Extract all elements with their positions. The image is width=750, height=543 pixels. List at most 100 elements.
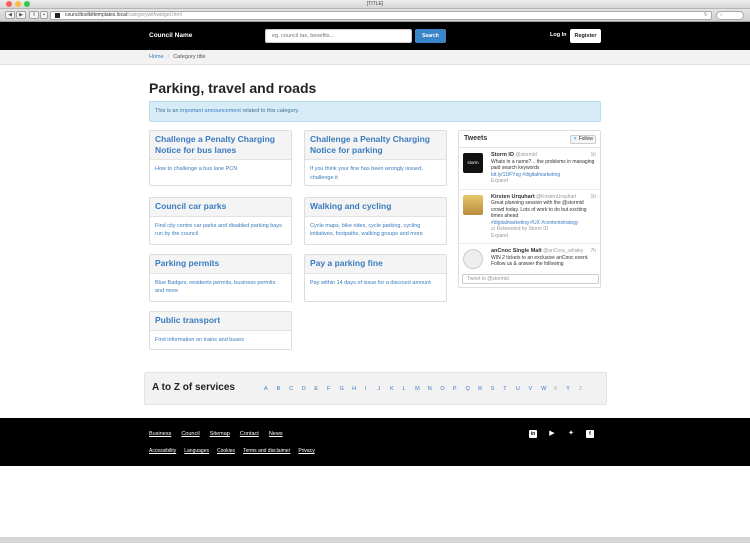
a-to-z-letter[interactable]: T: [503, 386, 516, 392]
url-path: /categorywithwidget.html: [126, 12, 182, 18]
footer-secondary-link[interactable]: Cookies: [217, 448, 235, 454]
footer-link[interactable]: Sitemap: [210, 431, 230, 437]
a-to-z-letter[interactable]: P: [453, 386, 466, 392]
a-to-z-letter[interactable]: R: [478, 386, 491, 392]
avatar[interactable]: [463, 249, 483, 269]
service-card: Challenge a Penalty Charging Notice for …: [304, 130, 447, 186]
tweet-expand[interactable]: Expand: [491, 178, 595, 185]
a-to-z-letter[interactable]: J: [377, 386, 390, 392]
page-title: Parking, travel and roads: [149, 80, 317, 96]
a-to-z-letter[interactable]: U: [516, 386, 529, 392]
service-card-description[interactable]: Cycle maps, bike rides, cycle parking, c…: [305, 217, 446, 245]
service-card-description[interactable]: Blue Badges, residents permits, business…: [150, 274, 291, 302]
a-to-z-letter[interactable]: W: [541, 386, 554, 392]
a-to-z-letter[interactable]: A: [264, 386, 277, 392]
a-to-z-letter[interactable]: Q: [466, 386, 479, 392]
footer-link[interactable]: Contact: [240, 431, 259, 437]
footer-secondary-link[interactable]: Accessibility: [149, 448, 176, 454]
tweet-author[interactable]: Storm ID: [491, 152, 514, 158]
service-card-title[interactable]: Challenge a Penalty Charging Notice for …: [310, 134, 441, 155]
service-card-description[interactable]: If you think your fine has been wrongly …: [305, 160, 446, 188]
footer-primary-links: Business Council Sitemap Contact News: [149, 431, 283, 437]
service-card-title[interactable]: Council car parks: [155, 201, 286, 212]
tweet-author[interactable]: Kirsten Urquhart: [491, 194, 535, 200]
announcement-text-after: related to this category.: [240, 108, 300, 114]
a-to-z-letter[interactable]: Y: [566, 386, 579, 392]
tweet-time[interactable]: 7h: [590, 248, 596, 255]
register-button[interactable]: Register: [570, 29, 601, 43]
service-card-title[interactable]: Walking and cycling: [310, 201, 441, 212]
footer-secondary-link[interactable]: Languages: [184, 448, 209, 454]
twitter-widget: Tweets ✦ Follow storm Storm ID @stormid …: [458, 130, 601, 288]
footer-secondary-link[interactable]: Privacy: [298, 448, 314, 454]
a-to-z-letter[interactable]: L: [403, 386, 416, 392]
service-card-title[interactable]: Public transport: [155, 315, 286, 326]
a-to-z-letter[interactable]: F: [327, 386, 340, 392]
tweet-item: storm Storm ID @stormid 1h Whats in a na…: [459, 148, 600, 190]
a-to-z-letter[interactable]: X: [554, 386, 567, 392]
footer-link[interactable]: Council: [181, 431, 199, 437]
back-button[interactable]: ◀: [5, 11, 15, 19]
avatar[interactable]: [463, 194, 483, 215]
breadcrumb-separator: /: [167, 54, 170, 60]
forward-button[interactable]: ▶: [16, 11, 26, 19]
tweet-handle[interactable]: @anCnoc_whisky: [543, 248, 583, 254]
address-bar[interactable]: counciltoolkittemplates.local/categorywi…: [50, 11, 712, 20]
service-card-description[interactable]: Find information on trains and buses: [150, 331, 291, 351]
tweet-author[interactable]: anCnoc Single Malt: [491, 248, 542, 254]
service-card-title[interactable]: Pay a parking fine: [310, 258, 441, 269]
footer-link[interactable]: News: [269, 431, 283, 437]
a-to-z-letter[interactable]: E: [314, 386, 327, 392]
tweet-compose-input[interactable]: Tweet to @stormid: [462, 274, 599, 284]
a-to-z-letter[interactable]: O: [440, 386, 453, 392]
facebook-icon[interactable]: f: [586, 430, 594, 438]
login-link[interactable]: Log In: [550, 32, 567, 38]
announcement-banner: This is an important announcement relate…: [149, 101, 601, 122]
tweet-handle[interactable]: @stormid: [515, 152, 536, 158]
service-card-title[interactable]: Parking permits: [155, 258, 286, 269]
footer-secondary-link[interactable]: Terms and disclaimer: [243, 448, 290, 454]
a-to-z-letter[interactable]: H: [352, 386, 365, 392]
service-card-description[interactable]: Pay within 14 days of issue for a discou…: [305, 274, 446, 294]
youtube-icon[interactable]: ▶: [548, 430, 556, 438]
a-to-z-letter[interactable]: D: [302, 386, 315, 392]
search-button[interactable]: Search: [415, 29, 446, 43]
breadcrumb-home[interactable]: Home: [149, 54, 164, 60]
tweet-handle[interactable]: @KirstenUrquhart: [536, 194, 576, 200]
linkedin-icon[interactable]: in: [529, 430, 537, 438]
site-search-input[interactable]: [265, 29, 412, 43]
a-to-z-letter[interactable]: N: [428, 386, 441, 392]
avatar[interactable]: storm: [463, 153, 483, 173]
share-button[interactable]: ⇪: [29, 11, 39, 19]
a-to-z-letter[interactable]: K: [390, 386, 403, 392]
announcement-link[interactable]: important announcement: [180, 108, 241, 114]
breadcrumb-bar: Home / Category title: [0, 50, 750, 65]
footer-link[interactable]: Business: [149, 431, 171, 437]
browser-status-bar: [0, 537, 750, 543]
a-to-z-letter[interactable]: V: [528, 386, 541, 392]
a-to-z-letter[interactable]: M: [415, 386, 428, 392]
reload-icon[interactable]: ↻: [704, 12, 708, 19]
a-to-z-letter[interactable]: G: [340, 386, 353, 392]
tweet-time[interactable]: 1h: [590, 194, 596, 201]
tweet-expand[interactable]: Expand: [491, 233, 595, 240]
a-to-z-letter[interactable]: Z: [579, 386, 592, 392]
a-to-z-letter[interactable]: I: [365, 386, 378, 392]
a-to-z-letter[interactable]: C: [289, 386, 302, 392]
service-card-description[interactable]: Find city centre car parks and disabled …: [150, 217, 291, 245]
follow-button[interactable]: ✦ Follow: [570, 135, 596, 144]
site-header: Council Name Search Log In Register: [0, 22, 750, 50]
a-to-z-letter[interactable]: S: [491, 386, 504, 392]
twitter-bird-icon: ✦: [572, 136, 578, 142]
a-to-z-letter[interactable]: B: [277, 386, 290, 392]
brand-logo[interactable]: Council Name: [149, 32, 192, 39]
twitter-icon[interactable]: ✦: [567, 430, 575, 438]
tweet-text: WIN 2 tickets to an exclusive anCnoc eve…: [491, 254, 589, 268]
service-card-description[interactable]: How to challenge a bus lane PCN: [150, 160, 291, 180]
add-tab-button[interactable]: +: [40, 11, 48, 19]
tweet-text: Whats in a name?... the problems in mana…: [491, 158, 595, 172]
browser-search-field[interactable]: ⌕: [716, 11, 744, 20]
tweet-time[interactable]: 1h: [590, 152, 596, 159]
service-card: Walking and cycling Cycle maps, bike rid…: [304, 197, 447, 245]
service-card-title[interactable]: Challenge a Penalty Charging Notice for …: [155, 134, 286, 155]
